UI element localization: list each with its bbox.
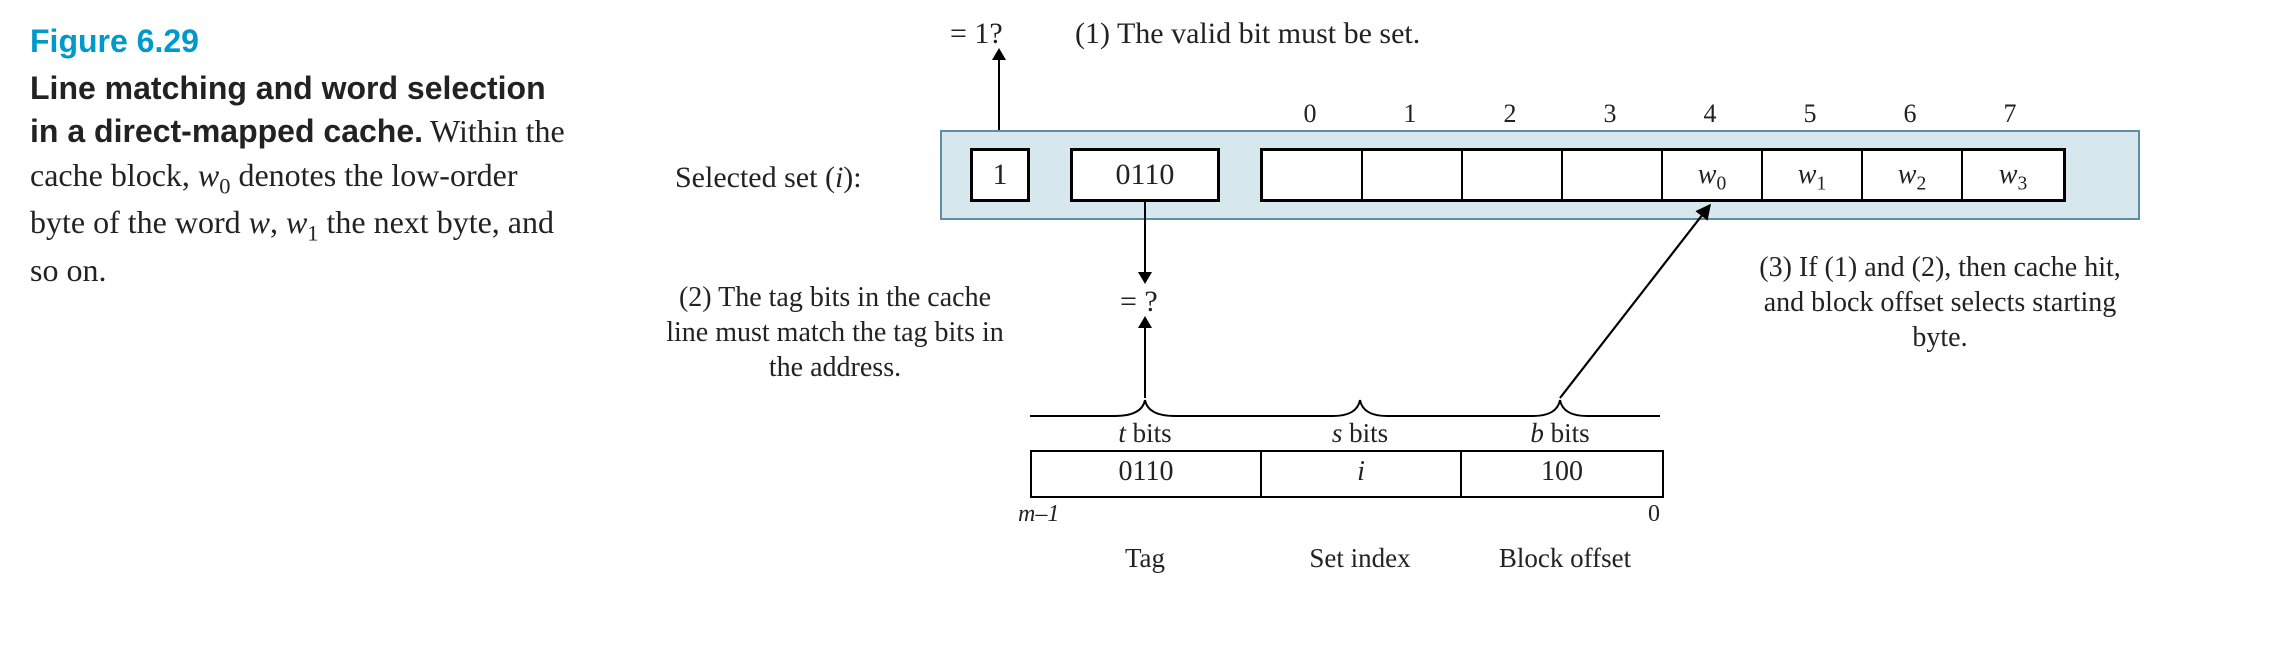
step-3-text: (3) If (1) and (2), then cache hit, and …	[1750, 250, 2130, 355]
figure-caption: Figure 6.29 Line matching and word selec…	[30, 20, 580, 630]
byte-index-5: 5	[1760, 96, 1860, 131]
addr-footer-set: Set index	[1260, 540, 1460, 576]
addr-left-label: m–1	[1018, 498, 1059, 530]
diagram: = 1? (1) The valid bit must be set. 0 1 …	[620, 20, 2242, 630]
byte-index-3: 3	[1560, 96, 1660, 131]
addr-header-s: s bits	[1260, 415, 1460, 451]
valid-bit-box: 1	[970, 148, 1030, 202]
addr-offset-value: 100	[1462, 452, 1662, 496]
byte-index-1: 1	[1360, 96, 1460, 131]
step-2-text: (2) The tag bits in the cache line must …	[660, 280, 1010, 385]
addr-set-value: i	[1262, 452, 1462, 496]
arrow-tag-up	[1144, 318, 1146, 398]
selected-set-label: Selected set (i):	[675, 158, 862, 199]
addr-tag-value: 0110	[1032, 452, 1262, 496]
block-cell-1	[1363, 151, 1463, 199]
figure-number: Figure 6.29	[30, 20, 580, 63]
byte-index-6: 6	[1860, 96, 1960, 131]
byte-index-0: 0	[1260, 96, 1360, 131]
address-table: 0110 i 100	[1030, 450, 1664, 498]
block-cell-4: w0	[1663, 151, 1763, 199]
byte-index-4: 4	[1660, 96, 1760, 131]
byte-index-7: 7	[1960, 96, 2060, 131]
block-cell-3	[1563, 151, 1663, 199]
block-cell-5: w1	[1763, 151, 1863, 199]
addr-footer-tag: Tag	[1030, 540, 1260, 576]
block-cell-2	[1463, 151, 1563, 199]
addr-right-label: 0	[1648, 498, 1660, 530]
cache-block: w0 w1 w2 w3	[1260, 148, 2066, 202]
block-cell-7: w3	[1963, 151, 2063, 199]
arrow-tag-down	[1144, 202, 1146, 282]
block-cell-6: w2	[1863, 151, 1963, 199]
addr-footer-off: Block offset	[1450, 540, 1680, 576]
addr-header-t: t bits	[1030, 415, 1260, 451]
addr-header-b: b bits	[1460, 415, 1660, 451]
byte-index-2: 2	[1460, 96, 1560, 131]
block-cell-0	[1263, 151, 1363, 199]
tag-box: 0110	[1070, 148, 1220, 202]
step-1-text: (1) The valid bit must be set.	[1075, 14, 1420, 55]
